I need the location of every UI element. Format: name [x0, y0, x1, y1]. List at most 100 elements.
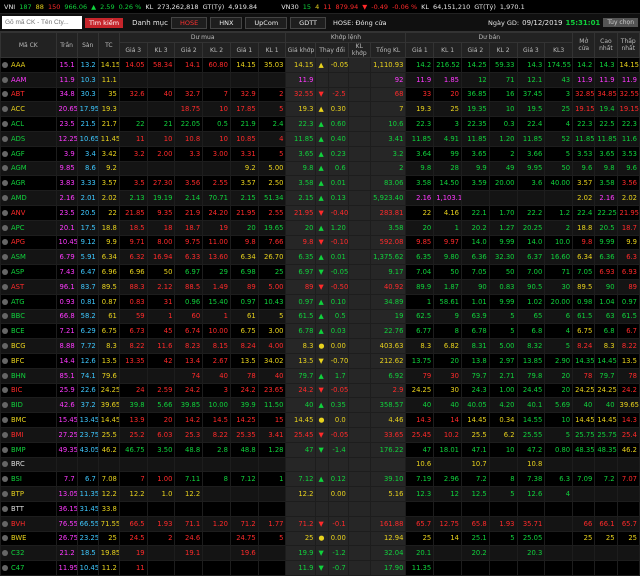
info-dot-icon[interactable]	[2, 239, 8, 246]
symbol-cell[interactable]: AGM	[0, 160, 57, 177]
info-dot-icon[interactable]	[2, 446, 8, 453]
symbol-cell[interactable]: BMC	[0, 412, 57, 428]
info-dot-icon[interactable]	[2, 180, 8, 187]
symbol-cell[interactable]: ANV	[0, 204, 57, 221]
search-button[interactable]: Tìm kiếm	[85, 17, 124, 28]
symbol-cell[interactable]: BID	[0, 397, 57, 414]
symbol-cell[interactable]: ASM	[0, 249, 57, 266]
tab-hose[interactable]: HOSE	[170, 16, 208, 29]
tab-hnx[interactable]: HNX	[210, 16, 243, 29]
symbol-cell[interactable]: BSI	[0, 471, 57, 488]
info-dot-icon[interactable]	[2, 402, 8, 409]
symbol-cell[interactable]: ACL	[0, 116, 57, 132]
symbol-cell[interactable]: BIC	[0, 382, 57, 399]
info-dot-icon[interactable]	[2, 372, 8, 379]
symbol-cell[interactable]: BHN	[0, 367, 57, 384]
table-row[interactable]: ACC 20.65 17.95 19.3 18.75 10 17.85 5 19.3 ▲ 0.30 7…	[0, 101, 640, 118]
symbol-cell[interactable]: ATG	[0, 293, 57, 310]
symbol-cell[interactable]: BFC	[0, 352, 57, 369]
info-dot-icon[interactable]	[2, 165, 8, 172]
symbol-cell[interactable]: AGF	[0, 145, 57, 162]
table-row[interactable]: BCE 7.21 6.29 6.75 6.73 45 6.74 10.00 6.75 3.00 6.…	[0, 323, 640, 340]
symbol-cell[interactable]: BBC	[0, 308, 57, 325]
table-row[interactable]: BCG 8.88 7.72 8.3 8.22 11.6 8.23 8.15 8.24 4.00 8.…	[0, 338, 640, 354]
symbol-cell[interactable]: AAA	[0, 57, 57, 73]
symbol-cell[interactable]: BCE	[0, 323, 57, 340]
info-dot-icon[interactable]	[2, 387, 8, 394]
symbol-cell[interactable]: BWE	[0, 530, 57, 547]
col-symbol[interactable]: Mã CK	[0, 32, 57, 58]
table-row[interactable]: C47 11.95 10.45 11.2 11 11.9 ▼ -0.7 17.90 11.35	[0, 560, 640, 576]
table-row[interactable]: AST 96.1 83.7 89.5 88.3 2.12 88.5 1.49 89 5.00 89 ▼…	[0, 278, 640, 295]
info-dot-icon[interactable]	[2, 224, 8, 231]
table-row[interactable]: APG 10.45 9.12 9.9 9.71 8.00 9.75 11.00 9.8 7.66 9…	[0, 234, 640, 251]
symbol-cell[interactable]: BTP	[0, 486, 57, 502]
info-dot-icon[interactable]	[2, 550, 8, 557]
symbol-cell[interactable]: BTT	[0, 500, 57, 517]
table-row[interactable]: BTP 13.05 11.35 12.2 12.2 1.0 12.2 12.2 0.00 5.16…	[0, 486, 640, 502]
table-row[interactable]: BTT 36.15 31.45 33.8	[0, 500, 640, 517]
info-dot-icon[interactable]	[2, 343, 8, 350]
info-dot-icon[interactable]	[2, 76, 8, 83]
table-row[interactable]: BSI 7.7 6.7 7.08 7 1.00 7.11 8 7.12 1 7.12 ▲ 0.12 39.…	[0, 471, 640, 488]
vn30-index[interactable]: VN30 15 4 11 879.94 ▼ -0.49 -0.06 % KL 6…	[277, 3, 529, 11]
symbol-cell[interactable]: C32	[0, 545, 57, 562]
info-dot-icon[interactable]	[2, 476, 8, 483]
info-dot-icon[interactable]	[2, 491, 8, 497]
vni-index[interactable]: VNI 187 88 150 966.06 ▲ 2.59 0.26 % KL 2…	[0, 3, 261, 11]
table-row[interactable]: AGM 9.85 8.6 9.2 9.2 5.00 9.8 ▲ 0.6 2 9.8 28 9.9 49 9.…	[0, 160, 640, 177]
symbol-cell[interactable]: BMP	[0, 441, 57, 458]
info-dot-icon[interactable]	[2, 417, 8, 424]
table-row[interactable]: BRC 10.6 10.7 10.8	[0, 456, 640, 473]
info-dot-icon[interactable]	[2, 535, 8, 542]
table-row[interactable]: BID 42.6 37.2 39.65 39.8 5.66 39.85 10.00 39.9 11…	[0, 397, 640, 414]
symbol-cell[interactable]: APG	[0, 234, 57, 251]
info-dot-icon[interactable]	[2, 564, 8, 571]
watchlist-menu[interactable]: Danh mục	[132, 19, 168, 27]
table-row[interactable]: BVH 76.55 66.55 71.55 66.5 1.93 71.1 1.20 71.2 1.…	[0, 515, 640, 532]
info-dot-icon[interactable]	[2, 135, 8, 142]
table-row[interactable]: BMP 49.35 43.05 46.2 46.75 3.50 48.8 2.8 48.8 1.2…	[0, 441, 640, 458]
table-row[interactable]: AAA 15.1 13.2 14.15 14.05 58.34 14.1 60.80 14.15…	[0, 57, 640, 73]
symbol-cell[interactable]: AST	[0, 278, 57, 295]
symbol-cell[interactable]: AMD	[0, 190, 57, 206]
info-dot-icon[interactable]	[2, 461, 8, 468]
symbol-cell[interactable]: BRC	[0, 456, 57, 473]
symbol-cell[interactable]: ADS	[0, 130, 57, 147]
symbol-cell[interactable]: ASP	[0, 264, 57, 280]
table-row[interactable]: BIC 25.9 22.6 24.25 24 2.59 24.2 3 24.2 23.65 24.2…	[0, 382, 640, 399]
info-dot-icon[interactable]	[2, 328, 8, 335]
info-dot-icon[interactable]	[2, 121, 8, 128]
symbol-cell[interactable]: APC	[0, 219, 57, 236]
info-dot-icon[interactable]	[2, 195, 8, 202]
info-dot-icon[interactable]	[2, 431, 8, 438]
table-row[interactable]: ABT 34.8 30.3 35 32.6 40 32.7 7 32.9 2 32.55 ▼ -2.5 6…	[0, 86, 640, 103]
symbol-cell[interactable]: ABT	[0, 86, 57, 103]
table-row[interactable]: AGF 3.9 3.4 3.42 3.2 2.00 3.3 3.00 3.31 5 3.65 ▲ 0.2…	[0, 145, 640, 162]
table-row[interactable]: BHN 85.1 74.1 79.6 74 40 78 40 79.7 ▲ 1.7 6.92 79 30 7…	[0, 367, 640, 384]
search-input[interactable]	[2, 16, 82, 29]
table-row[interactable]: ASP 7.43 6.47 6.96 6.96 50 6.97 29 6.98 25 6.97 ▼ -0…	[0, 264, 640, 280]
table-row[interactable]: APC 20.1 17.5 18.8 18.5 18 18.7 19 20 19.65 20 ▲ 1.2…	[0, 219, 640, 236]
info-dot-icon[interactable]	[2, 254, 8, 261]
table-row[interactable]: BMC 15.45 13.45 14.45 13.9 20 14.2 14.5 14.25 15 1…	[0, 412, 640, 428]
info-dot-icon[interactable]	[2, 313, 8, 320]
info-dot-icon[interactable]	[2, 209, 8, 216]
info-dot-icon[interactable]	[2, 269, 8, 276]
symbol-cell[interactable]: ACC	[0, 101, 57, 118]
table-row[interactable]: AMD 2.16 2.01 2.02 2.13 19.19 2.14 70.71 2.15 51.…	[0, 190, 640, 206]
info-dot-icon[interactable]	[2, 61, 8, 68]
info-dot-icon[interactable]	[2, 150, 8, 157]
symbol-cell[interactable]: BCG	[0, 338, 57, 354]
symbol-cell[interactable]: C47	[0, 560, 57, 576]
info-dot-icon[interactable]	[2, 106, 8, 113]
table-row[interactable]: ACL 23.5 21.5 21.7 22 21 22.05 0.5 21.9 2.4 22.3 ▲ 0…	[0, 116, 640, 132]
tab-upcom[interactable]: UpCom	[245, 16, 288, 29]
table-row[interactable]: ATG 0.93 0.81 0.87 0.83 31 0.96 15.40 0.97 10.43 0…	[0, 293, 640, 310]
table-row[interactable]: BFC 14.4 12.6 13.5 13.35 42 13.4 2.67 13.5 34.02 1…	[0, 352, 640, 369]
table-row[interactable]: BWE 26.75 23.25 25 24.5 2 24.6 24.75 5 25 ● 0.00 12.…	[0, 530, 640, 547]
info-dot-icon[interactable]	[2, 505, 8, 512]
table-row[interactable]: AGR 3.83 3.33 3.57 3.5 27.30 3.56 2.55 3.57 2.50 3…	[0, 175, 640, 192]
symbol-cell[interactable]: AGR	[0, 175, 57, 192]
info-dot-icon[interactable]	[2, 298, 8, 305]
